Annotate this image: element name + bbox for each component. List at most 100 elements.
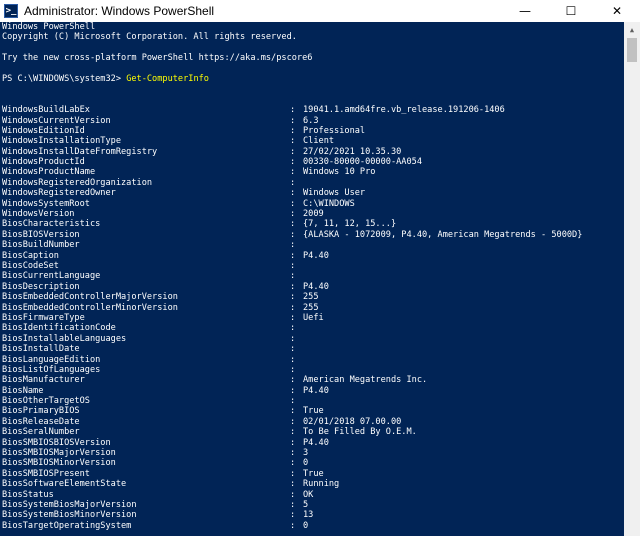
property-row: BiosSMBIOSMajorVersion:3 xyxy=(0,448,624,458)
property-separator: : xyxy=(290,437,296,448)
property-value: P4.40 xyxy=(303,437,329,448)
property-value: P4.40 xyxy=(303,385,329,396)
property-separator: : xyxy=(290,260,296,271)
property-separator: : xyxy=(290,157,296,168)
property-row: WindowsSystemRoot: C:\WINDOWS xyxy=(0,199,624,209)
minimize-button[interactable]: — xyxy=(502,0,548,22)
property-value: 00330-80000-00000-AA054 xyxy=(303,157,422,168)
scroll-up-arrow-icon[interactable]: ▲ xyxy=(624,22,640,38)
property-value: American Megatrends Inc. xyxy=(303,375,428,386)
property-separator: : xyxy=(290,458,296,469)
property-separator: : xyxy=(290,396,296,407)
property-separator: : xyxy=(290,188,296,199)
property-row: BiosName: P4.40 xyxy=(0,386,624,396)
property-name: BiosSMBIOSPresent xyxy=(2,468,90,479)
property-value: OK xyxy=(303,489,314,500)
command-text: Get-ComputerInfo xyxy=(126,73,209,84)
property-name: BiosListOfLanguages xyxy=(2,364,101,375)
property-value: 02/01/2018 07.00.00 xyxy=(303,416,402,427)
property-row: BiosEmbeddedControllerMajorVersion:255 xyxy=(0,292,624,302)
close-button[interactable]: ✕ xyxy=(594,0,640,22)
header-line: Try the new cross-platform PowerShell ht… xyxy=(2,53,313,64)
property-row: BiosIdentificationCode: xyxy=(0,323,624,333)
property-name: BiosFirmwareType xyxy=(2,312,85,323)
property-row: BiosSystemBiosMinorVersion:13 xyxy=(0,510,624,520)
property-value: True xyxy=(303,406,324,417)
maximize-button[interactable]: ☐ xyxy=(548,0,594,22)
console-output[interactable]: Windows PowerShell Copyright (C) Microso… xyxy=(0,22,624,536)
property-name: BiosPrimaryBIOS xyxy=(2,406,80,417)
property-value: 0 xyxy=(303,520,309,531)
property-row: BiosCodeSet: xyxy=(0,261,624,271)
property-name: BiosSoftwareElementState xyxy=(2,479,127,490)
property-row: BiosInstallDate: xyxy=(0,344,624,354)
property-value: 0 xyxy=(303,458,309,469)
property-name: BiosSMBIOSMinorVersion xyxy=(2,458,116,469)
property-name: WindowsEditionId xyxy=(2,125,85,136)
scroll-thumb[interactable] xyxy=(627,38,637,62)
property-separator: : xyxy=(290,209,296,220)
property-row: WindowsProductId:00330-80000-00000-AA054 xyxy=(0,157,624,167)
property-value: To Be Filled By O.E.M. xyxy=(303,427,417,438)
property-row: WindowsRegisteredOwner: Windows User xyxy=(0,188,624,198)
property-row: BiosFirmwareType: Uefi xyxy=(0,313,624,323)
property-row: BiosSeralNumber: To Be Filled By O.E.M. xyxy=(0,427,624,437)
property-row: WindowsInstallationType: Client xyxy=(0,136,624,146)
powershell-window: >_ Administrator: Windows PowerShell — ☐… xyxy=(0,0,640,536)
property-name: BiosOtherTargetOS xyxy=(2,396,90,407)
property-value: {7, 11, 12, 15...} xyxy=(303,219,397,230)
property-value: P4.40 xyxy=(303,250,329,261)
property-value: 19041.1.amd64fre.vb_release.191206-1406 xyxy=(303,105,505,116)
property-separator: : xyxy=(290,499,296,510)
prompt-text: PS C:\WINDOWS\system32> xyxy=(2,73,127,84)
property-name: BiosName xyxy=(2,385,44,396)
property-separator: : xyxy=(290,427,296,438)
window-title: Administrator: Windows PowerShell xyxy=(24,4,215,18)
property-row: BiosSoftwareElementState: Running xyxy=(0,479,624,489)
property-name: BiosSMBIOSMajorVersion xyxy=(2,448,116,459)
header-line xyxy=(0,43,624,53)
property-value: 27/02/2021 10.35.30 xyxy=(303,146,402,157)
property-row: BiosSMBIOSMinorVersion:0 xyxy=(0,458,624,468)
property-name: BiosSMBIOSBIOSVersion xyxy=(2,437,111,448)
property-row: WindowsVersion:2009 xyxy=(0,209,624,219)
property-name: WindowsCurrentVersion xyxy=(2,115,111,126)
property-separator: : xyxy=(290,240,296,251)
property-name: BiosIdentificationCode xyxy=(2,323,116,334)
property-separator: : xyxy=(290,229,296,240)
header-line: Copyright (C) Microsoft Corporation. All… xyxy=(2,32,297,43)
property-row: BiosOtherTargetOS: xyxy=(0,396,624,406)
property-row: BiosEmbeddedControllerMinorVersion:255 xyxy=(0,303,624,313)
title-bar[interactable]: >_ Administrator: Windows PowerShell — ☐… xyxy=(0,0,640,22)
property-value: True xyxy=(303,468,324,479)
property-name: BiosTargetOperatingSystem xyxy=(2,520,132,531)
property-row: WindowsCurrentVersion:6.3 xyxy=(0,116,624,126)
property-name: BiosStatus xyxy=(2,489,54,500)
property-name: BiosSeralNumber xyxy=(2,427,80,438)
property-name: WindowsVersion xyxy=(2,209,75,220)
property-separator: : xyxy=(290,510,296,521)
property-value: 5 xyxy=(303,499,309,510)
property-value: Professional xyxy=(303,125,366,136)
property-separator: : xyxy=(290,323,296,334)
property-list: WindowsBuildLabEx:19041.1.amd64fre.vb_re… xyxy=(0,105,624,531)
vertical-scrollbar[interactable]: ▲ xyxy=(624,22,640,536)
property-separator: : xyxy=(290,333,296,344)
property-separator: : xyxy=(290,448,296,459)
property-separator: : xyxy=(290,198,296,209)
property-separator: : xyxy=(290,125,296,136)
property-name: BiosCodeSet xyxy=(2,260,59,271)
property-value: 255 xyxy=(303,292,319,303)
property-row: BiosStatus: OK xyxy=(0,490,624,500)
property-row: BiosCaption: P4.40 xyxy=(0,251,624,261)
property-separator: : xyxy=(290,520,296,531)
property-separator: : xyxy=(290,146,296,157)
property-row: BiosSMBIOSBIOSVersion: P4.40 xyxy=(0,438,624,448)
property-separator: : xyxy=(290,115,296,126)
header-line: Windows PowerShell xyxy=(2,22,96,32)
property-name: WindowsBuildLabEx xyxy=(2,105,90,116)
property-row: WindowsEditionId: Professional xyxy=(0,126,624,136)
property-separator: : xyxy=(290,375,296,386)
property-separator: : xyxy=(290,292,296,303)
